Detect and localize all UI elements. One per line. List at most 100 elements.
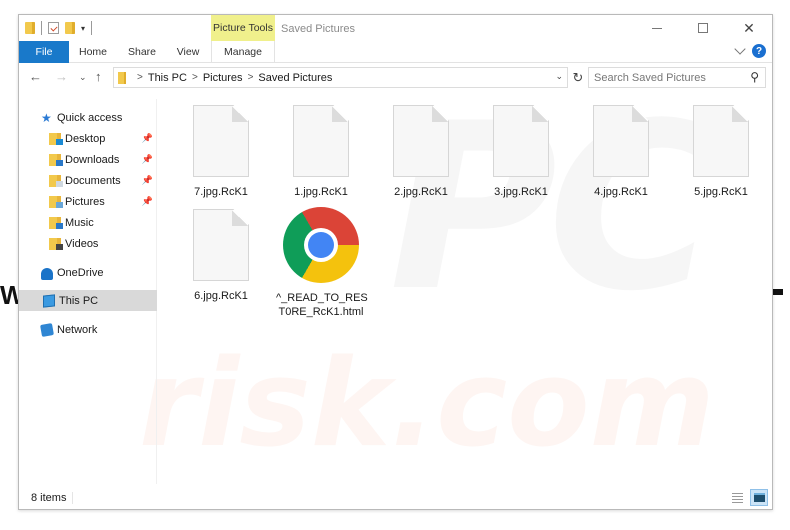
sidebar-item-onedrive[interactable]: OneDrive (19, 262, 157, 283)
navigation-pane: ★ Quick access Desktop 📌 Downloads 📌 Doc… (19, 99, 157, 484)
new-folder-icon[interactable] (65, 22, 75, 34)
maximize-button[interactable] (680, 15, 726, 41)
sidebar-item-quick-access[interactable]: ★ Quick access (19, 107, 157, 128)
file-name: 2.jpg.RcK1 (394, 186, 448, 198)
sidebar-item-this-pc[interactable]: This PC (19, 290, 157, 311)
search-icon[interactable]: ⚲ (750, 70, 759, 84)
separator (41, 21, 42, 35)
details-view-icon (731, 492, 743, 503)
tab-file[interactable]: File (19, 41, 69, 63)
ribbon-right-controls: ? (734, 43, 766, 58)
properties-icon[interactable] (48, 22, 59, 34)
file-name: 1.jpg.RcK1 (294, 186, 348, 198)
address-bar[interactable]: > This PC > Pictures > Saved Pictures ⌄ (113, 67, 568, 88)
tab-manage[interactable]: Manage (211, 41, 275, 63)
navigation-bar: ← → ⌄ ↑ > This PC > Pictures > Saved Pic… (19, 65, 772, 91)
close-icon: ✕ (743, 19, 755, 36)
pin-icon[interactable]: 📌 (142, 154, 153, 165)
generic-file-icon (593, 105, 649, 177)
file-name: 3.jpg.RcK1 (494, 186, 548, 198)
breadcrumb-separator[interactable]: > (248, 72, 254, 83)
search-placeholder: Search Saved Pictures (594, 71, 706, 84)
sidebar-item-label: Quick access (57, 111, 123, 124)
recent-locations-dropdown[interactable]: ⌄ (79, 72, 87, 83)
generic-file-icon (293, 105, 349, 177)
generic-file-icon (193, 209, 249, 281)
sidebar-item-label: Pictures (65, 195, 105, 208)
tab-view[interactable]: View (169, 41, 207, 63)
star-icon: ★ (41, 110, 52, 125)
sidebar-item-label: Documents (65, 174, 121, 187)
window-title: Saved Pictures (281, 23, 355, 35)
file-item[interactable]: 4.jpg.RcK1 (576, 105, 666, 199)
sidebar-item-label: Videos (65, 237, 99, 250)
file-name: 7.jpg.RcK1 (194, 186, 248, 198)
sidebar-item-desktop[interactable]: Desktop 📌 (19, 128, 157, 149)
file-item[interactable]: 3.jpg.RcK1 (476, 105, 566, 199)
customize-toolbar-dropdown-icon[interactable]: ▾ (81, 24, 85, 33)
generic-file-icon (393, 105, 449, 177)
close-button[interactable]: ✕ (726, 15, 772, 41)
status-bar: 8 items (19, 487, 772, 509)
file-list: 7.jpg.RcK1 1.jpg.RcK1 2.jpg.RcK1 3.jpg.R… (159, 99, 772, 484)
sidebar-item-downloads[interactable]: Downloads 📌 (19, 149, 157, 170)
sidebar-item-label: Downloads (65, 153, 120, 166)
details-view-button[interactable] (728, 489, 746, 506)
videos-folder-icon (49, 237, 63, 250)
title-bar: ▾ Picture Tools Saved Pictures ✕ (19, 15, 772, 43)
sidebar-item-label: Network (57, 323, 98, 336)
pin-icon[interactable]: 📌 (142, 196, 153, 207)
network-icon (40, 322, 54, 337)
sidebar-item-videos[interactable]: Videos (19, 233, 157, 254)
refresh-button[interactable]: ↻ (570, 68, 586, 87)
file-name: 6.jpg.RcK1 (194, 290, 248, 302)
folder-icon (25, 22, 35, 34)
file-item[interactable]: 5.jpg.RcK1 (676, 105, 766, 199)
tab-home[interactable]: Home (71, 41, 115, 63)
sidebar-item-label: Music (65, 216, 94, 229)
file-item[interactable]: 7.jpg.RcK1 (176, 105, 266, 199)
minimize-button[interactable] (634, 15, 680, 41)
search-input[interactable]: Search Saved Pictures ⚲ (588, 67, 766, 88)
forward-button[interactable]: → (55, 69, 68, 84)
breadcrumb-this-pc[interactable]: This PC (148, 72, 187, 84)
large-icons-view-button[interactable] (750, 489, 768, 506)
file-item[interactable]: 6.jpg.RcK1 (176, 209, 266, 303)
sidebar-item-network[interactable]: Network (19, 319, 157, 340)
quick-access-toolbar: ▾ (25, 21, 93, 35)
back-button[interactable]: ← (29, 69, 42, 84)
onedrive-icon (41, 267, 53, 280)
file-item[interactable]: 1.jpg.RcK1 (276, 105, 366, 199)
item-count: 8 items (31, 492, 74, 504)
file-item[interactable]: 2.jpg.RcK1 (376, 105, 466, 199)
chrome-html-file-icon (283, 207, 359, 283)
folder-icon (118, 71, 126, 84)
breadcrumb-pictures[interactable]: Pictures (203, 72, 243, 84)
breadcrumb-separator[interactable]: > (137, 72, 143, 83)
file-name: ^_READ_TO_RES T0RE_RcK1.html (276, 292, 368, 318)
breadcrumb-separator[interactable]: > (192, 72, 198, 83)
sidebar-item-documents[interactable]: Documents 📌 (19, 170, 157, 191)
sidebar-item-pictures[interactable]: Pictures 📌 (19, 191, 157, 212)
file-name: 5.jpg.RcK1 (694, 186, 748, 198)
sidebar-item-music[interactable]: Music (19, 212, 157, 233)
pin-icon[interactable]: 📌 (142, 175, 153, 186)
maximize-icon (698, 23, 708, 33)
breadcrumb-saved-pictures[interactable]: Saved Pictures (258, 72, 332, 84)
help-icon[interactable]: ? (752, 44, 766, 58)
ransom-note-file-item[interactable]: ^_READ_TO_RES T0RE_RcK1.html (276, 207, 368, 319)
large-icons-view-icon (753, 493, 765, 502)
ribbon-tabs: File Home Share View Manage ? (19, 41, 772, 63)
sidebar-item-label: Desktop (65, 132, 106, 145)
address-dropdown-icon[interactable]: ⌄ (555, 71, 563, 82)
downloads-folder-icon (49, 153, 63, 166)
minimize-icon (652, 27, 662, 29)
separator (91, 21, 93, 35)
generic-file-icon (493, 105, 549, 177)
music-folder-icon (49, 216, 63, 229)
expand-ribbon-chevron-icon[interactable] (734, 43, 746, 55)
tab-share[interactable]: Share (119, 41, 165, 63)
up-button[interactable]: ↑ (95, 69, 102, 84)
pin-icon[interactable]: 📌 (142, 133, 153, 144)
view-toggle (728, 489, 768, 506)
